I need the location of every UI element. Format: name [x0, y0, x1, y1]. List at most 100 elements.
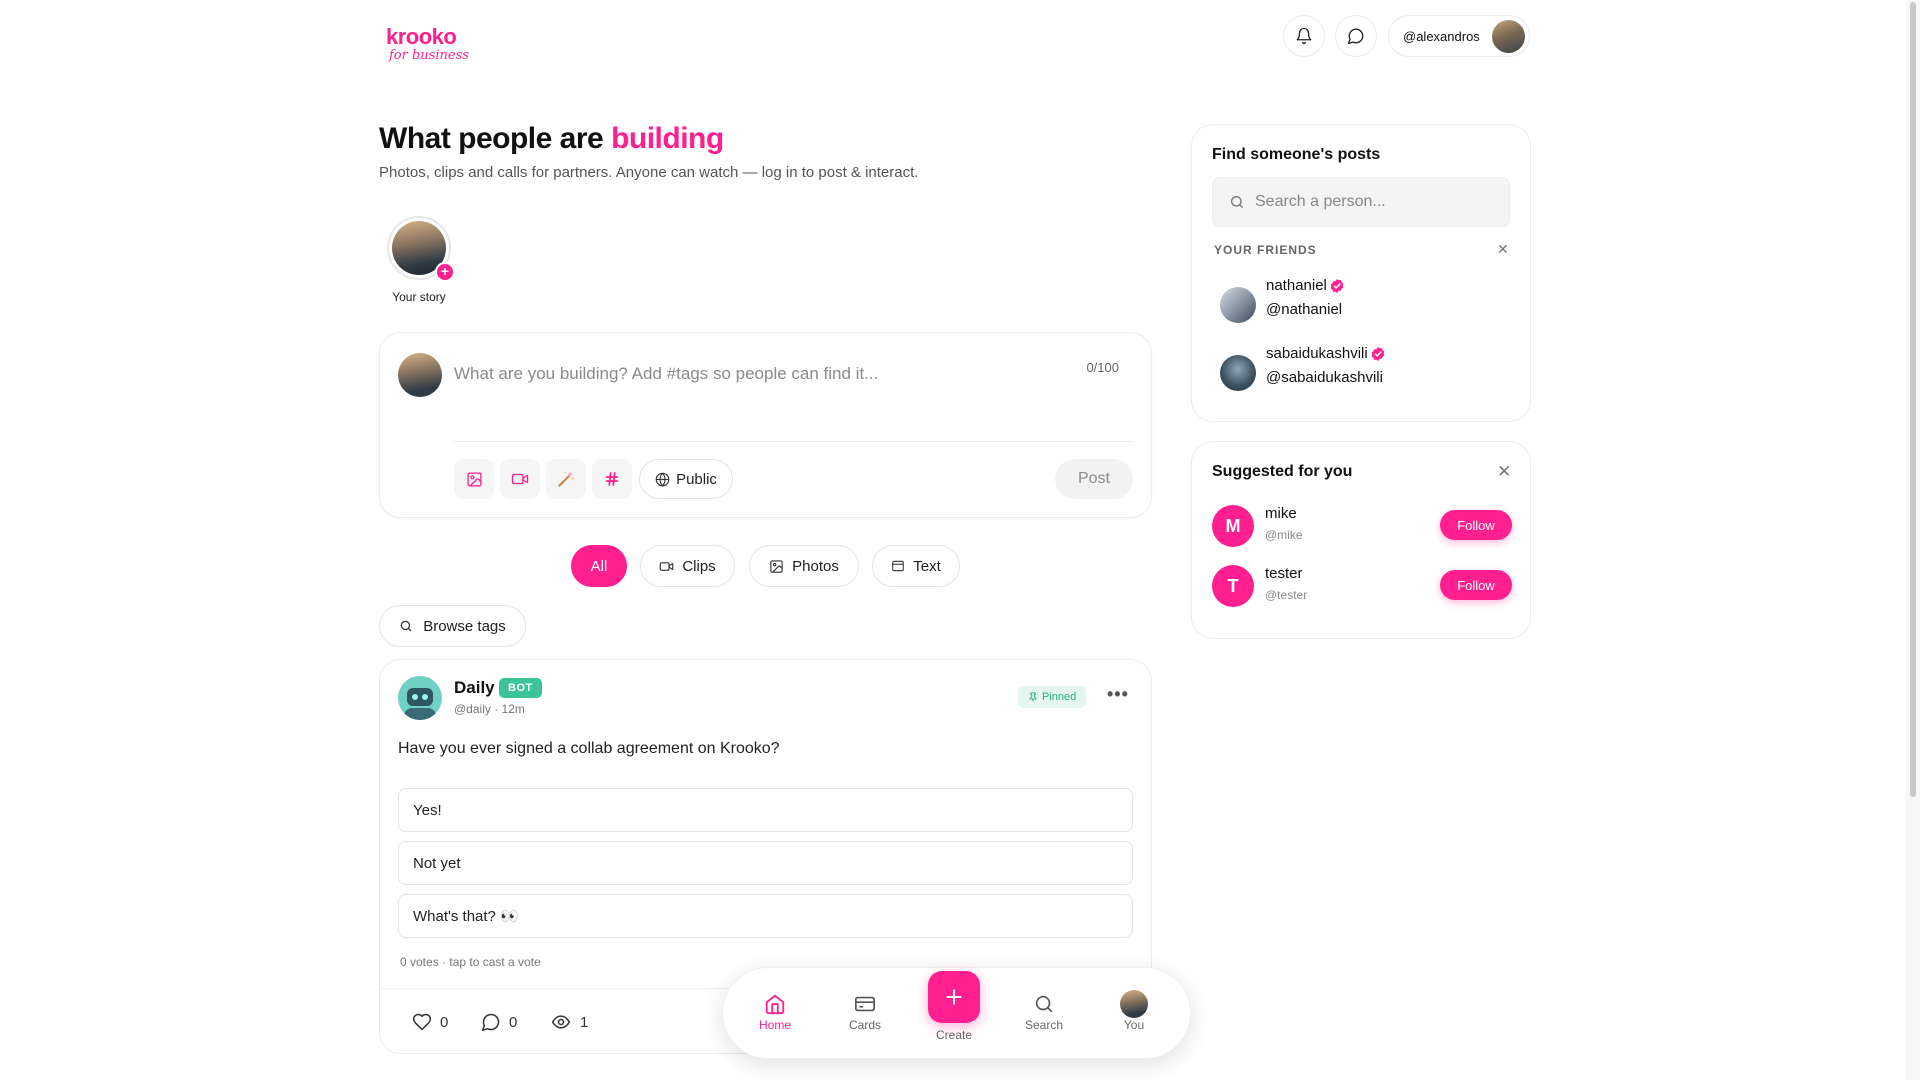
composer-input[interactable]: What are you building? Add #tags so peop…: [454, 364, 878, 384]
post-composer: What are you building? Add #tags so peop…: [379, 332, 1152, 518]
nav-label: Home: [758, 1018, 791, 1032]
page-title: What people are building: [379, 122, 724, 156]
globe-icon: [655, 472, 670, 487]
eye-icon: [550, 1012, 572, 1032]
filter-text[interactable]: Text: [872, 545, 960, 587]
poll-option[interactable]: Yes!: [398, 788, 1133, 832]
character-counter: 0/100: [1086, 360, 1119, 375]
filter-label: All: [590, 557, 608, 575]
nav-cards[interactable]: Cards: [835, 990, 895, 1032]
nav-label: You: [1123, 1018, 1145, 1032]
cards-icon: [835, 990, 895, 1018]
verified-icon: [1370, 346, 1386, 362]
image-icon: [466, 471, 483, 488]
visibility-select[interactable]: Public: [639, 459, 733, 499]
create-label: Create: [935, 1028, 973, 1042]
avatar[interactable]: M: [1212, 505, 1254, 547]
friend-name: sabaidukashvili: [1266, 345, 1386, 362]
bot-eye: [412, 694, 418, 700]
bell-icon: [1295, 27, 1313, 45]
magic-wand-icon: [556, 469, 576, 489]
friend-name: nathaniel: [1266, 277, 1345, 294]
poll-option[interactable]: Not yet: [398, 841, 1133, 885]
bot-body: [404, 708, 436, 720]
poll-votes: 0 votes · tap to cast a vote: [400, 955, 541, 969]
like-count: 0: [440, 1013, 449, 1031]
composer-avatar: [398, 353, 442, 397]
nav-you[interactable]: You: [1104, 990, 1164, 1032]
avatar[interactable]: T: [1212, 565, 1254, 607]
search-icon: [1014, 990, 1074, 1018]
more-options-icon[interactable]: •••: [1107, 684, 1129, 705]
logo-text: krooko: [386, 24, 457, 49]
panel-title: Suggested for you: [1212, 463, 1353, 480]
bot-avatar[interactable]: [398, 676, 442, 720]
add-video-button[interactable]: [500, 459, 540, 499]
post-button[interactable]: Post: [1055, 459, 1133, 499]
notifications-button[interactable]: [1283, 15, 1325, 57]
page-title-prefix: What people are: [379, 122, 604, 155]
logo-subtext: for business: [389, 48, 469, 63]
browse-tags-button[interactable]: Browse tags: [379, 605, 526, 647]
pin-icon: [1028, 692, 1038, 702]
follow-button[interactable]: Follow: [1440, 570, 1512, 600]
search-placeholder: Search a person...: [1255, 193, 1386, 210]
filter-label: Photos: [792, 557, 839, 575]
views: 1: [550, 1012, 588, 1032]
suggested-panel: Suggested for you ✕ M mike @mike Follow …: [1191, 441, 1531, 639]
view-count: 1: [580, 1013, 589, 1031]
pinned-badge: Pinned: [1018, 686, 1087, 708]
suggested-name[interactable]: mike: [1265, 505, 1297, 522]
hashtag-icon: [604, 471, 620, 487]
username: @alexandros: [1403, 28, 1480, 44]
nav-label: Search: [1024, 1018, 1064, 1032]
add-photo-button[interactable]: [454, 459, 494, 499]
bot-face: [407, 688, 433, 706]
suggested-name[interactable]: tester: [1265, 565, 1303, 582]
composer-divider: [454, 441, 1133, 442]
text-card-icon: [891, 559, 905, 573]
add-tag-button[interactable]: [592, 459, 632, 499]
filter-clips[interactable]: Clips: [640, 545, 735, 587]
plus-icon: [944, 987, 964, 1007]
nav-search[interactable]: Search: [1014, 990, 1074, 1032]
comment-count: 0: [509, 1013, 518, 1031]
poll-option[interactable]: What's that? 👀: [398, 894, 1133, 938]
friend-handle: @sabaidukashvili: [1266, 369, 1383, 386]
add-story-icon[interactable]: +: [435, 262, 455, 282]
your-story[interactable]: +: [387, 216, 455, 282]
find-posts-panel: Find someone's posts Search a person... …: [1191, 124, 1531, 422]
close-icon[interactable]: ✕: [1497, 462, 1511, 482]
friend-name-text: nathaniel: [1266, 277, 1327, 294]
like-button[interactable]: 0: [412, 1012, 448, 1032]
pinned-label: Pinned: [1042, 691, 1077, 703]
bot-eye: [422, 694, 428, 700]
visibility-label: Public: [676, 470, 717, 488]
logo[interactable]: krooko for business: [386, 24, 469, 63]
search-icon: [1229, 194, 1245, 210]
heart-icon: [412, 1012, 432, 1032]
home-icon: [745, 990, 805, 1018]
filter-photos[interactable]: Photos: [749, 545, 859, 587]
post-author[interactable]: Daily: [454, 678, 495, 698]
scrollbar-thumb[interactable]: [1910, 2, 1916, 797]
friend-item[interactable]: nathaniel @nathaniel: [1220, 277, 1500, 327]
follow-button[interactable]: Follow: [1440, 510, 1512, 540]
filter-all[interactable]: All: [571, 545, 627, 587]
messages-button[interactable]: [1335, 15, 1377, 57]
search-icon: [399, 619, 413, 633]
comment-button[interactable]: 0: [481, 1012, 517, 1032]
suggested-handle: @mike: [1265, 528, 1303, 542]
create-button[interactable]: [928, 971, 980, 1023]
page-subtitle: Photos, clips and calls for partners. An…: [379, 164, 919, 181]
nav-home[interactable]: Home: [745, 990, 805, 1032]
scrollbar[interactable]: [1906, 0, 1920, 1080]
person-search-input[interactable]: Search a person...: [1212, 177, 1510, 227]
ai-assist-button[interactable]: [546, 459, 586, 499]
filter-label: Clips: [682, 557, 716, 575]
friend-item[interactable]: sabaidukashvili @sabaidukashvili: [1220, 345, 1500, 395]
suggested-user: M mike @mike Follow: [1212, 505, 1512, 549]
bot-badge: BOT: [499, 678, 542, 698]
close-icon[interactable]: ✕: [1497, 241, 1509, 258]
user-menu[interactable]: @alexandros: [1388, 15, 1530, 57]
